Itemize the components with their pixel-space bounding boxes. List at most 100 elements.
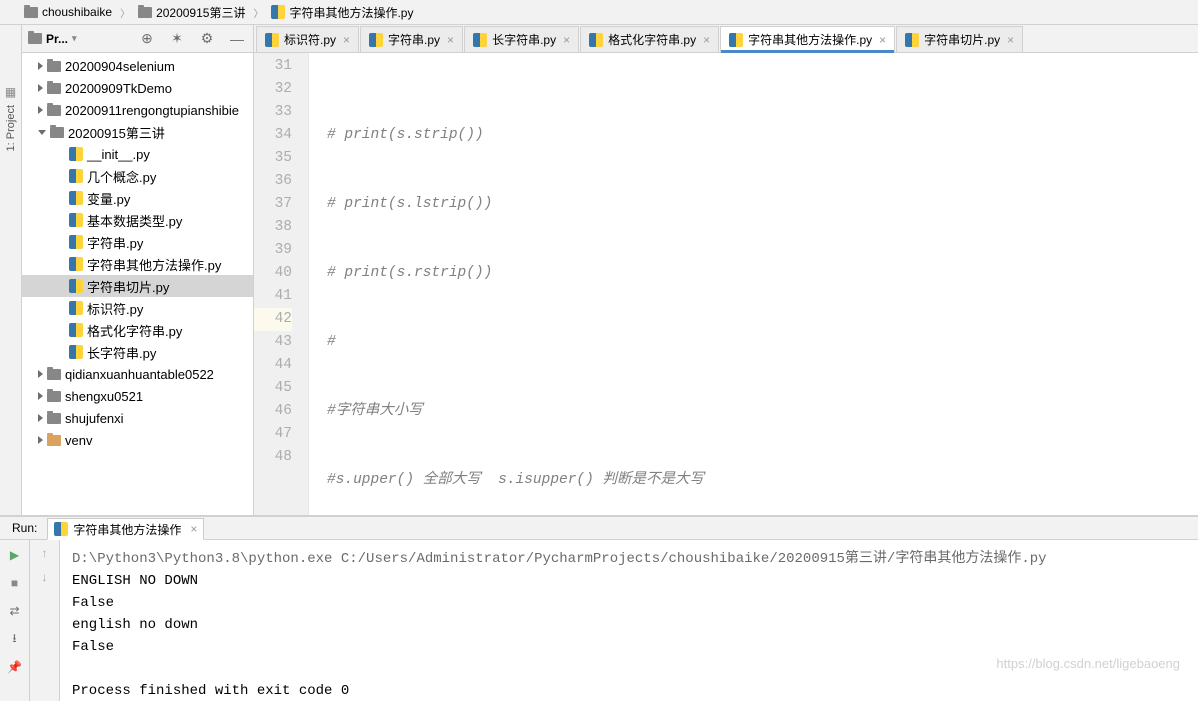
project-panel-title[interactable]: Pr...▾ <box>28 32 77 46</box>
run-tab[interactable]: 字符串其他方法操作× <box>47 518 204 540</box>
output-line: ENGLISH NO DOWN <box>72 570 1186 592</box>
settings-icon[interactable]: ⚙ <box>197 29 217 49</box>
close-icon[interactable]: × <box>879 33 886 47</box>
tree-row[interactable]: 格式化字符串.py <box>22 319 253 341</box>
rerun-icon[interactable]: ▶ <box>6 546 24 564</box>
layout-icon[interactable]: ⇄ <box>6 602 24 620</box>
tree-row[interactable]: 字符串切片.py <box>22 275 253 297</box>
python-file-icon <box>69 323 83 337</box>
tree-row[interactable]: venv <box>22 429 253 451</box>
editor-tab[interactable]: 字符串.py × <box>360 26 463 52</box>
editor-tab[interactable]: 长字符串.py × <box>464 26 579 52</box>
tree-item-label: 20200904selenium <box>65 59 175 74</box>
editor-tabs: 标识符.py×字符串.py×长字符串.py×格式化字符串.py×字符串其他方法操… <box>254 25 1198 53</box>
locate-icon[interactable]: ⊕ <box>137 29 157 49</box>
line-number: 42 <box>254 308 292 331</box>
tree-item-label: qidianxuanhuantable0522 <box>65 367 214 382</box>
python-file-icon <box>265 33 279 47</box>
expand-arrow-icon[interactable] <box>38 414 43 422</box>
tree-row[interactable]: 长字符串.py <box>22 341 253 363</box>
structure-icon[interactable]: ▦ <box>5 85 16 99</box>
line-number: 41 <box>254 285 292 308</box>
python-file-icon <box>69 235 83 249</box>
editor-tab[interactable]: 字符串其他方法操作.py× <box>720 26 895 52</box>
tree-row[interactable]: shujufenxi <box>22 407 253 429</box>
run-output[interactable]: D:\Python3\Python3.8\python.exe C:/Users… <box>60 540 1198 701</box>
pin-icon[interactable]: 📌 <box>6 658 24 676</box>
expand-arrow-icon[interactable] <box>38 392 43 400</box>
folder-icon <box>47 105 61 116</box>
python-file-icon <box>69 279 83 293</box>
tree-item-label: 标识符.py <box>87 299 143 318</box>
tab-label: 标识符.py <box>284 31 336 48</box>
project-tool-button[interactable]: 1: Project <box>5 105 17 151</box>
close-icon[interactable]: × <box>343 33 350 47</box>
tab-label: 字符串.py <box>388 31 440 48</box>
close-icon[interactable]: × <box>1007 33 1014 47</box>
expand-arrow-icon[interactable] <box>38 436 43 444</box>
tree-row[interactable]: shengxu0521 <box>22 385 253 407</box>
tree-row[interactable]: 字符串.py <box>22 231 253 253</box>
line-number: 39 <box>254 239 292 262</box>
tree-item-label: 格式化字符串.py <box>87 321 182 340</box>
expand-all-icon[interactable]: ✶ <box>167 29 187 49</box>
run-panel: Run: 字符串其他方法操作× ▶ ■ ⇄ ⭳ 📌 ↑ ↓ D:\Python3… <box>0 515 1198 701</box>
tree-row[interactable]: 基本数据类型.py <box>22 209 253 231</box>
close-icon[interactable]: × <box>447 33 454 47</box>
tree-row[interactable]: 变量.py <box>22 187 253 209</box>
close-icon[interactable]: × <box>190 522 197 536</box>
expand-arrow-icon[interactable] <box>38 130 46 135</box>
breadcrumb-item[interactable]: 20200915第三讲 <box>134 2 249 23</box>
tree-row[interactable]: __init__.py <box>22 143 253 165</box>
tree-row[interactable]: 字符串其他方法操作.py <box>22 253 253 275</box>
run-toolbar-right: ↑ ↓ <box>30 540 60 701</box>
stop-icon[interactable]: ■ <box>6 574 24 592</box>
tab-label: 格式化字符串.py <box>608 31 696 48</box>
close-icon[interactable]: × <box>563 33 570 47</box>
editor-tab[interactable]: 格式化字符串.py × <box>580 26 719 52</box>
tree-row[interactable]: 标识符.py <box>22 297 253 319</box>
python-file-icon <box>69 213 83 227</box>
tree-item-label: 20200909TkDemo <box>65 81 172 96</box>
editor-tab[interactable]: 标识符.py × <box>256 26 359 52</box>
python-file-icon <box>69 191 83 205</box>
breadcrumb-item[interactable]: 字符串其他方法操作.py <box>267 2 417 23</box>
line-number: 37 <box>254 193 292 216</box>
breadcrumb-separator-icon: 〉 <box>120 5 130 20</box>
python-file-icon <box>473 33 487 47</box>
code-editor[interactable]: 313233343536373839404142434445464748 # p… <box>254 53 1198 515</box>
python-file-icon <box>905 33 919 47</box>
tree-row[interactable]: 几个概念.py <box>22 165 253 187</box>
hide-icon[interactable]: — <box>227 29 247 49</box>
python-file-icon <box>54 522 68 536</box>
tree-item-label: 20200915第三讲 <box>68 123 165 142</box>
tree-row[interactable]: 20200911rengongtupianshibie <box>22 99 253 121</box>
expand-arrow-icon[interactable] <box>38 106 43 114</box>
tab-label: 长字符串.py <box>492 31 556 48</box>
down-icon[interactable]: ↓ <box>42 570 48 584</box>
editor-tab[interactable]: 字符串切片.py× <box>896 26 1023 52</box>
tree-row[interactable]: qidianxuanhuantable0522 <box>22 363 253 385</box>
tree-row[interactable]: 20200904selenium <box>22 55 253 77</box>
project-panel: Pr...▾ ⊕ ✶ ⚙ — 20200904selenium 20200909T… <box>22 25 254 515</box>
python-file-icon <box>69 169 83 183</box>
code-content[interactable]: # print(s.strip()) # print(s.lstrip()) #… <box>309 53 1198 515</box>
expand-arrow-icon[interactable] <box>38 84 43 92</box>
expand-arrow-icon[interactable] <box>38 62 43 70</box>
up-icon[interactable]: ↑ <box>42 546 48 560</box>
python-file-icon <box>729 33 743 47</box>
python-file-icon <box>69 147 83 161</box>
tree-row[interactable]: 20200909TkDemo <box>22 77 253 99</box>
tree-row[interactable]: 20200915第三讲 <box>22 121 253 143</box>
expand-arrow-icon[interactable] <box>38 370 43 378</box>
folder-icon <box>50 127 64 138</box>
tree-item-label: 基本数据类型.py <box>87 211 182 230</box>
tree-item-label: 字符串其他方法操作.py <box>87 255 221 274</box>
folder-icon <box>47 435 61 446</box>
download-icon[interactable]: ⭳ <box>6 630 24 648</box>
line-number: 31 <box>254 55 292 78</box>
breadcrumb-item[interactable]: choushibaike <box>20 3 116 21</box>
project-tree[interactable]: 20200904selenium 20200909TkDemo 20200911re… <box>22 53 253 515</box>
close-icon[interactable]: × <box>703 33 710 47</box>
run-command: D:\Python3\Python3.8\python.exe C:/Users… <box>72 548 1186 570</box>
